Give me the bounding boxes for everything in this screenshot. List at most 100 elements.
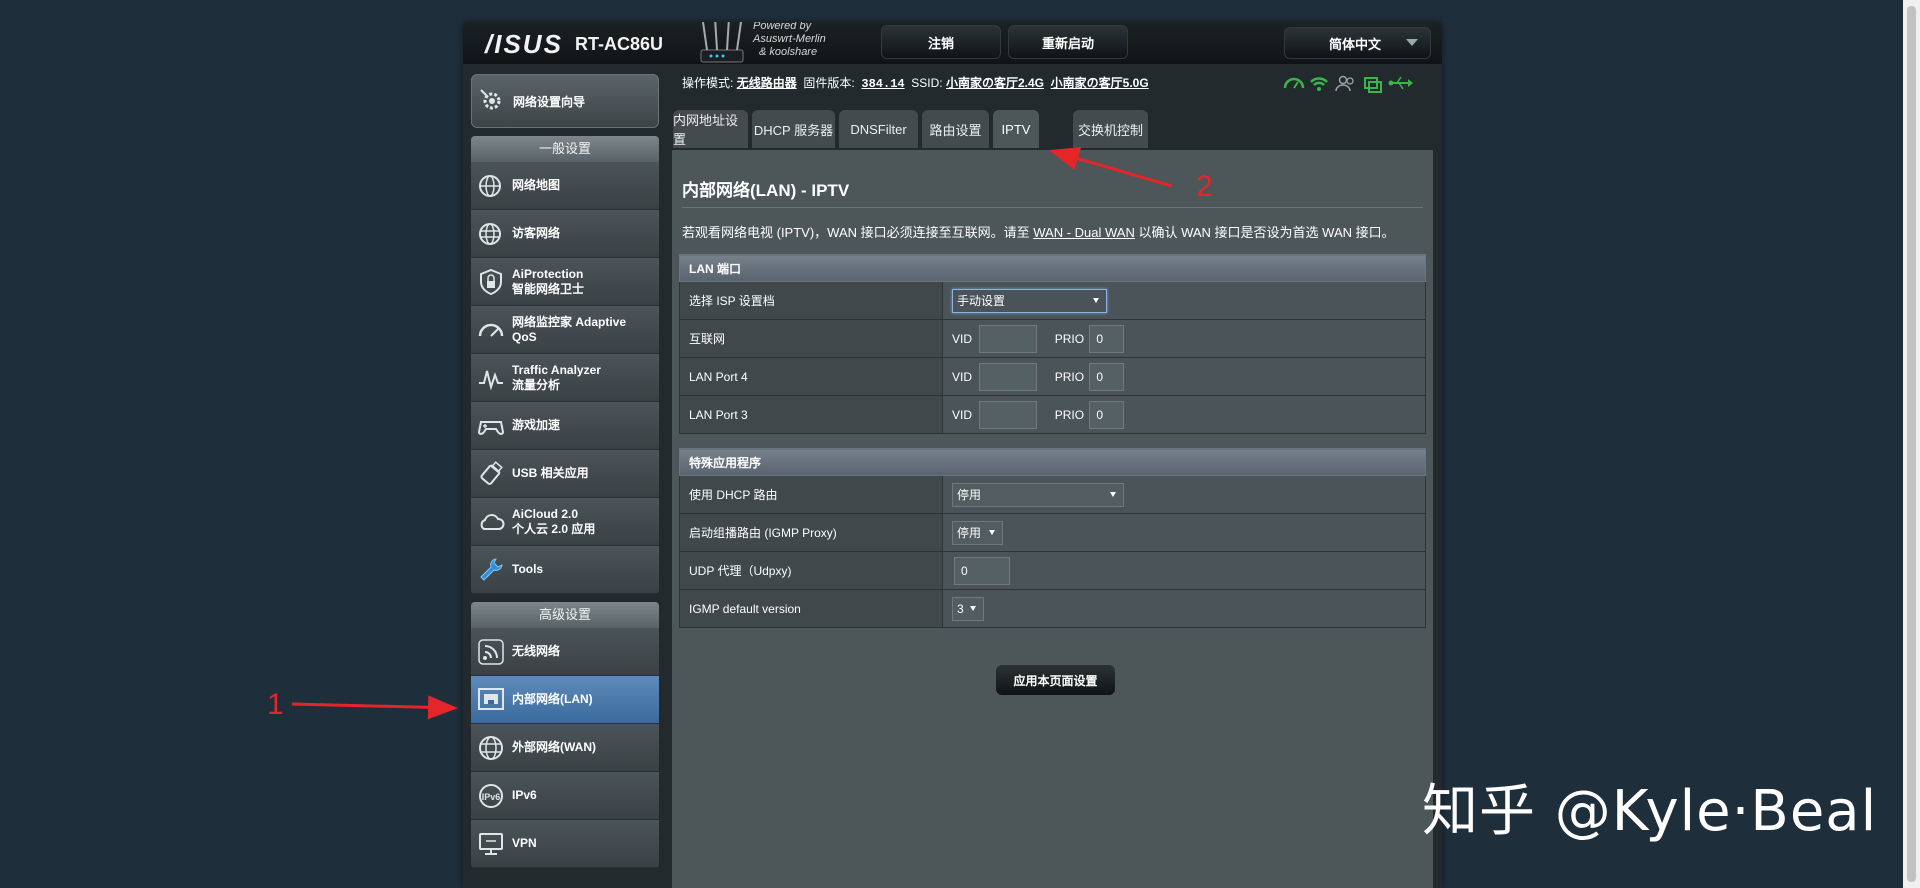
menu-item-aicloud[interactable]: AiCloud 2.0 个人云 2.0 应用 (471, 498, 659, 546)
ipv6-icon: IPv6 (479, 783, 503, 808)
advanced-settings-menu: 高级设置 无线网络 内部网络(LAN) 外部网络(WAN) IPv6 IPv6 … (471, 602, 659, 868)
menu-item-game-boost[interactable]: 游戏加速 (471, 402, 659, 450)
menu-label: 无线网络 (512, 644, 561, 658)
wan-globe-icon (479, 735, 503, 760)
menu-item-network-map[interactable]: 网络地图 (471, 162, 659, 210)
dual-wan-link[interactable]: WAN - Dual WAN (1033, 225, 1135, 240)
merlin-line-1: Powered by (753, 22, 812, 32)
asus-logo[interactable]: /ISUS (485, 29, 563, 60)
port-name: LAN Port 3 (679, 395, 943, 434)
usb-status-icon[interactable] (1388, 76, 1414, 90)
isp-profile-select[interactable]: 手动设置 (952, 288, 1107, 313)
port-name: 互联网 (679, 319, 943, 358)
igmp-proxy-cell: 停用 (942, 513, 1426, 552)
udpxy-input[interactable]: 0 (954, 556, 1010, 585)
merlin-line-2: Asuswrt-Merlin (753, 33, 826, 45)
scrollbar-thumb[interactable] (1907, 6, 1916, 882)
mode-link[interactable]: 无线路由器 (737, 76, 797, 90)
tab-route[interactable]: 路由设置 (922, 110, 989, 148)
port-cell: VID PRIO 0 (942, 319, 1426, 358)
logout-button[interactable]: 注销 (881, 25, 1001, 59)
wizard-gear-icon (480, 89, 501, 110)
model-name: RT-AC86U (575, 34, 664, 54)
lan3-vid-input[interactable] (979, 400, 1038, 429)
menu-item-vpn[interactable]: VPN (471, 820, 659, 868)
tab-dnsfilter[interactable]: DNSFilter (839, 110, 918, 148)
annotation-arrow-1 (291, 695, 458, 720)
vpn-monitor-icon (479, 832, 503, 855)
chevron-down-icon (1110, 491, 1116, 497)
reboot-button[interactable]: 重新启动 (1008, 25, 1128, 59)
dhcp-route-select[interactable]: 停用 (952, 482, 1124, 507)
menu-item-traffic-analyzer[interactable]: Traffic Analyzer 流量分析 (471, 354, 659, 402)
special-apps-section-title: 特殊应用程序 (679, 448, 1426, 476)
menu-item-wan[interactable]: 外部网络(WAN) (471, 724, 659, 772)
description-text-1: 若观看网络电视 (IPTV)，WAN 接口必须连接至互联网。请至 (682, 225, 1034, 240)
annotation-number-1: 1 (267, 688, 284, 721)
menu-label: IPv6 (512, 788, 537, 802)
menu-item-lan[interactable]: 内部网络(LAN) (471, 676, 659, 724)
isp-profile-label: 选择 ISP 设置档 (679, 281, 943, 320)
menu-item-wireless[interactable]: 无线网络 (471, 628, 659, 676)
svg-text:IPv6: IPv6 (482, 792, 501, 802)
ssid-5g-link[interactable]: 小南家の客厅5.0G (1051, 76, 1149, 90)
igmp-version-value: 3 (957, 601, 964, 616)
dhcp-route-label: 使用 DHCP 路由 (679, 475, 943, 514)
isp-profile-value: 手动设置 (957, 294, 1006, 308)
status-line: 操作模式: 无线路由器 固件版本: 384.14 SSID: 小南家の客厅2.4… (682, 74, 1149, 91)
internet-prio-input[interactable]: 0 (1089, 324, 1125, 353)
chevron-down-icon (1093, 297, 1099, 303)
menu-item-aiprotection[interactable]: AiProtection 智能网络卫士 (471, 258, 659, 306)
menu-item-guest-network[interactable]: 访客网络 (471, 210, 659, 258)
internet-vid-input[interactable] (979, 324, 1038, 353)
table-row: UDP 代理（Udpxy) 0 (679, 551, 1426, 590)
menu-label: VPN (512, 836, 537, 850)
menu-label: 游戏加速 (512, 418, 561, 432)
tab-dhcp-server[interactable]: DHCP 服务器 (752, 110, 835, 148)
chevron-down-icon (989, 529, 995, 535)
menu-item-usb-apps[interactable]: USB 相关应用 (471, 450, 659, 498)
sidebar: 网络设置向导 一般设置 网络地图 访客网络 AiProtection 智能网络卫… (471, 74, 659, 868)
users-icon[interactable] (1335, 75, 1354, 92)
vid-label: VID (952, 331, 973, 346)
quick-setup-button[interactable]: 网络设置向导 (471, 74, 659, 128)
menu-label: 网络地图 (512, 178, 561, 192)
sync-icon[interactable] (1364, 77, 1382, 93)
speedometer-icon (478, 323, 504, 337)
tab-switch-control[interactable]: 交换机控制 (1073, 110, 1148, 148)
menu-label: USB 相关应用 (512, 466, 589, 480)
firmware-link[interactable]: 384.14 (861, 77, 904, 91)
prio-label: PRIO (1054, 407, 1085, 422)
udpxy-cell: 0 (942, 551, 1426, 590)
page-scrollbar[interactable] (1903, 0, 1920, 888)
table-row: LAN Port 4 VID PRIO 0 (679, 357, 1426, 396)
lan-port-section-title: LAN 端口 (679, 254, 1426, 282)
igmp-version-cell: 3 (942, 589, 1426, 628)
merlin-credit: Powered by Asuswrt-Merlin & koolshare (753, 22, 826, 59)
port-name: LAN Port 4 (679, 357, 943, 396)
udpxy-label: UDP 代理（Udpxy) (679, 551, 943, 590)
language-select[interactable]: 简体中文 (1284, 27, 1431, 59)
wifi-status-icon[interactable] (1310, 77, 1328, 91)
igmp-version-select[interactable]: 3 (952, 596, 984, 621)
traffic-graph-icon (479, 370, 503, 391)
lan4-prio-input[interactable]: 0 (1089, 362, 1125, 391)
internet-status-icon[interactable] (1283, 77, 1305, 89)
lan3-prio-input[interactable]: 0 (1089, 400, 1125, 429)
table-row: 互联网 VID PRIO 0 (679, 319, 1426, 358)
ssid-24g-link[interactable]: 小南家の客厅2.4G (946, 76, 1044, 90)
igmp-proxy-select[interactable]: 停用 (952, 520, 1003, 545)
table-row: LAN Port 3 VID PRIO 0 (679, 395, 1426, 434)
tab-iptv[interactable]: IPTV (993, 110, 1039, 148)
globe-network-icon (479, 174, 501, 197)
menu-item-tools[interactable]: Tools (471, 546, 659, 594)
port-cell: VID PRIO 0 (942, 357, 1426, 396)
menu-item-ipv6[interactable]: IPv6 IPv6 (471, 772, 659, 820)
tab-lan-ip[interactable]: 内网地址设置 (673, 110, 748, 148)
apply-button[interactable]: 应用本页面设置 (995, 664, 1116, 696)
menu-item-adaptive-qos[interactable]: 网络监控家 Adaptive QoS (471, 306, 659, 354)
merlin-router-icon (700, 22, 744, 63)
ssid-label: SSID: (911, 76, 943, 90)
lan4-vid-input[interactable] (979, 362, 1038, 391)
quick-setup-label: 网络设置向导 (513, 94, 586, 109)
